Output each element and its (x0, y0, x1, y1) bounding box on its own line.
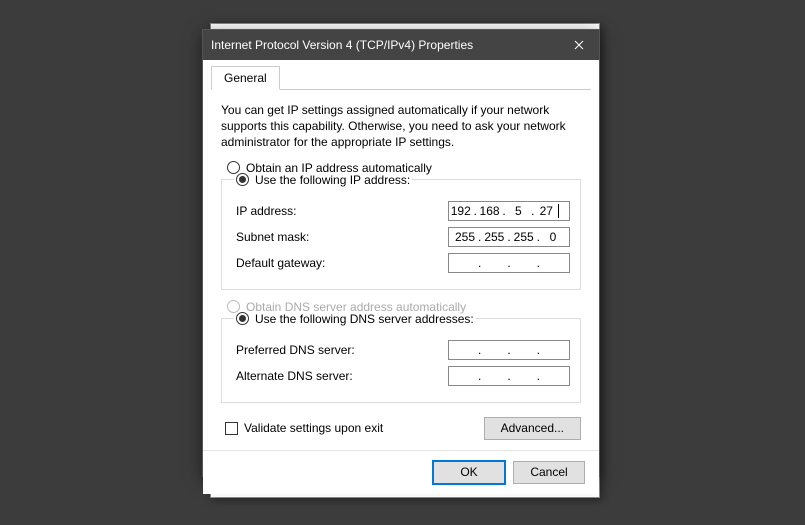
radio-ip-manual-label: Use the following IP address: (255, 173, 410, 187)
intro-text: You can get IP settings assigned automat… (221, 102, 581, 151)
label-alternate-dns: Alternate DNS server: (232, 369, 448, 383)
input-subnet[interactable]: 255. 255. 255. 0 (448, 227, 570, 247)
radio-ip-manual[interactable]: Use the following IP address: (236, 173, 410, 187)
checkbox-validate-label: Validate settings upon exit (244, 421, 383, 435)
radio-icon (227, 300, 240, 313)
ok-button[interactable]: OK (433, 461, 505, 484)
dialog-footer: OK Cancel (203, 450, 599, 494)
label-subnet: Subnet mask: (232, 230, 448, 244)
dialog-titlebar: Internet Protocol Version 4 (TCP/IPv4) P… (203, 30, 599, 60)
dns-group: Use the following DNS server addresses: … (221, 312, 581, 403)
radio-dns-manual-label: Use the following DNS server addresses: (255, 312, 474, 326)
checkbox-validate[interactable]: Validate settings upon exit (221, 421, 383, 435)
advanced-button[interactable]: Advanced... (484, 417, 581, 440)
dialog-title: Internet Protocol Version 4 (TCP/IPv4) P… (211, 38, 559, 52)
dialog-body: You can get IP settings assigned automat… (203, 90, 599, 450)
input-gateway[interactable]: . . . (448, 253, 570, 273)
radio-icon (236, 173, 249, 186)
ip-group: Use the following IP address: IP address… (221, 173, 581, 290)
label-preferred-dns: Preferred DNS server: (232, 343, 448, 357)
row-preferred-dns: Preferred DNS server: . . . (232, 340, 570, 360)
radio-icon (236, 312, 249, 325)
tab-general[interactable]: General (211, 66, 280, 90)
label-gateway: Default gateway: (232, 256, 448, 270)
label-ip-address: IP address: (232, 204, 448, 218)
row-subnet: Subnet mask: 255. 255. 255. 0 (232, 227, 570, 247)
input-preferred-dns[interactable]: . . . (448, 340, 570, 360)
bottom-row: Validate settings upon exit Advanced... (221, 413, 581, 440)
radio-dns-manual[interactable]: Use the following DNS server addresses: (236, 312, 474, 326)
cancel-button[interactable]: Cancel (513, 461, 585, 484)
row-gateway: Default gateway: . . . (232, 253, 570, 273)
input-ip-address[interactable]: 192. 168. 5. 27 (448, 201, 570, 221)
tab-strip: General (203, 60, 599, 90)
ipv4-properties-dialog: Internet Protocol Version 4 (TCP/IPv4) P… (202, 29, 600, 477)
row-ip-address: IP address: 192. 168. 5. 27 (232, 201, 570, 221)
input-alternate-dns[interactable]: . . . (448, 366, 570, 386)
row-alternate-dns: Alternate DNS server: . . . (232, 366, 570, 386)
close-button[interactable] (559, 30, 599, 60)
close-icon (574, 40, 584, 50)
checkbox-icon (225, 422, 238, 435)
radio-icon (227, 161, 240, 174)
